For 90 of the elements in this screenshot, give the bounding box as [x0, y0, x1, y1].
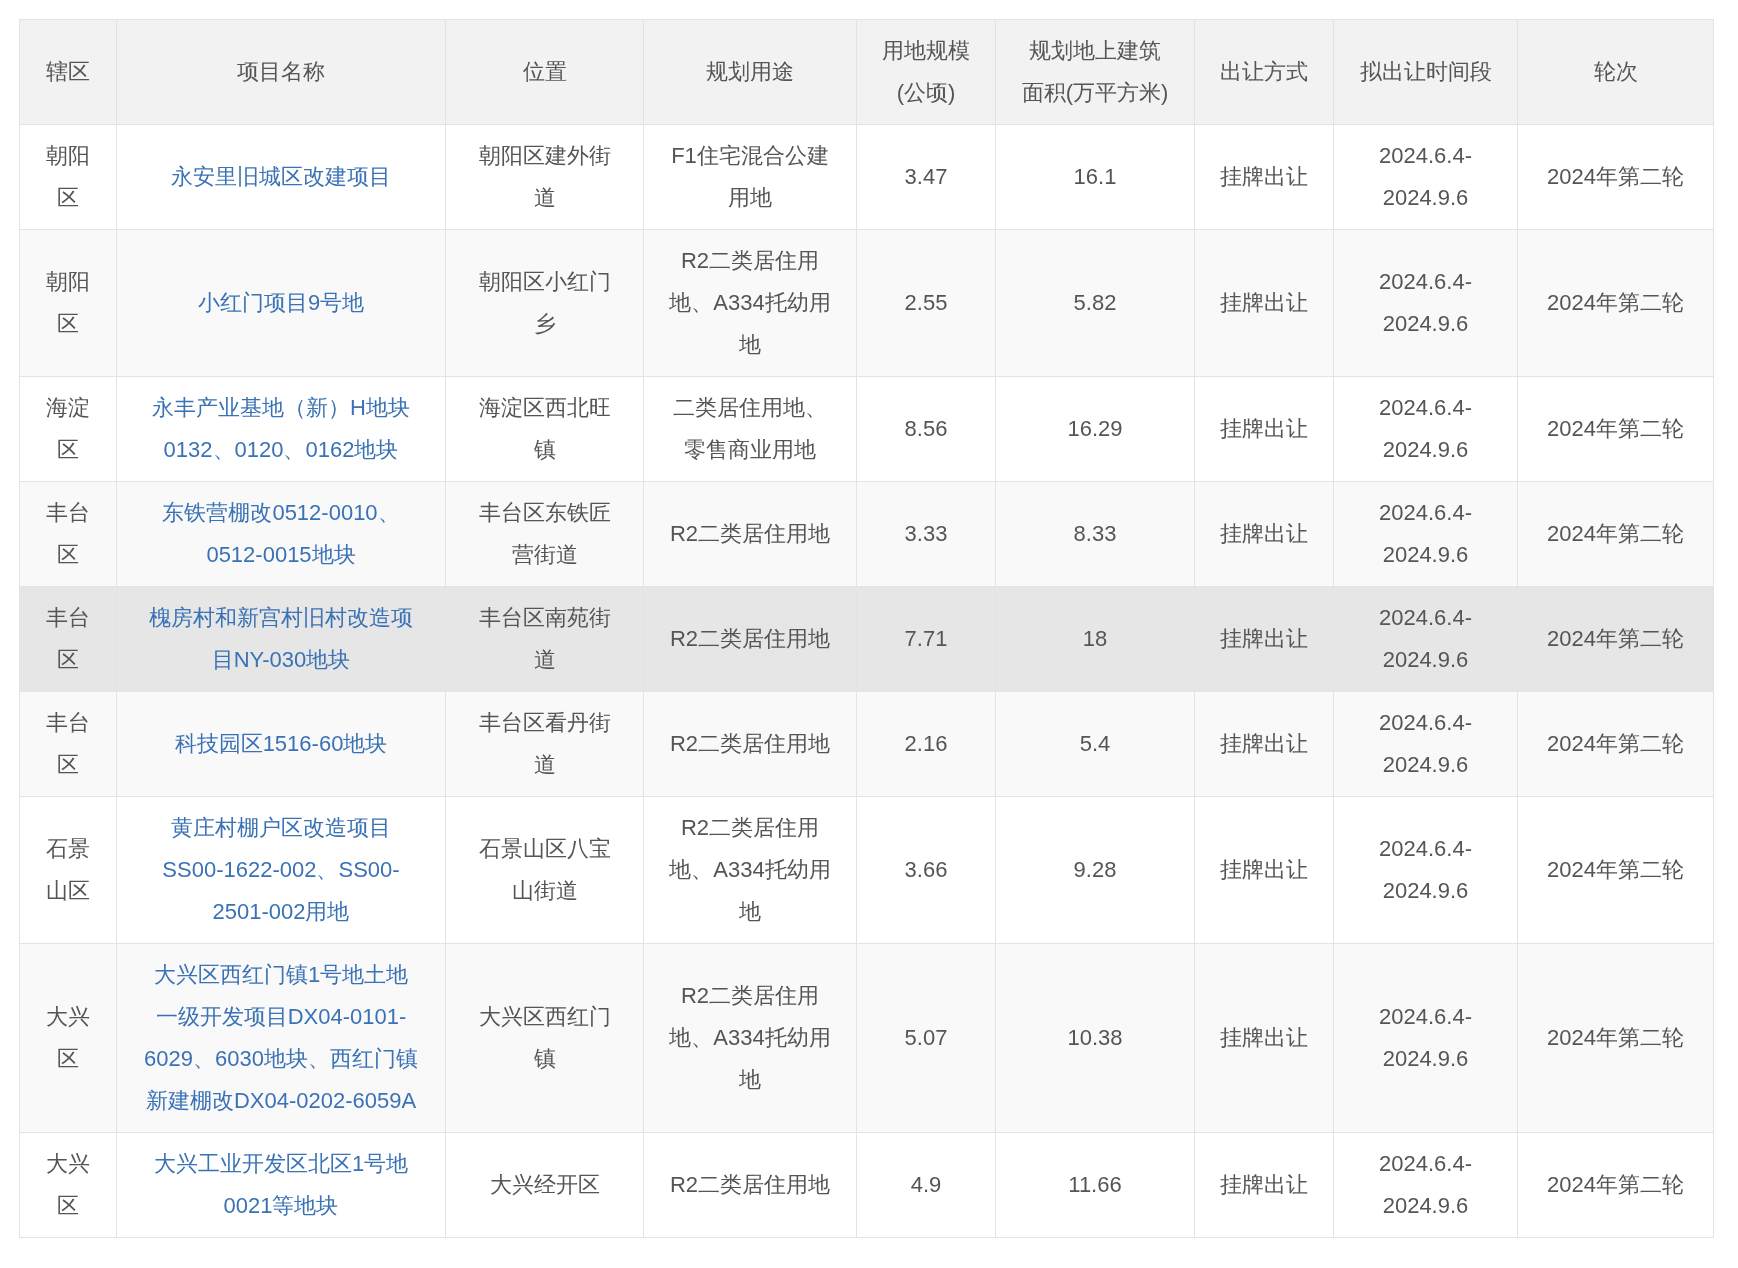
table-cell: R2二类居住用地: [643, 586, 857, 692]
table-cell: 石景山区: [19, 796, 117, 944]
project-link[interactable]: 东铁营棚改0512-0010、0512-0015地块: [143, 492, 419, 576]
table-cell: 2024.6.4-2024.9.6: [1333, 943, 1518, 1133]
table-cell: 挂牌出让: [1194, 796, 1334, 944]
table-cell: 大兴区: [19, 1132, 117, 1238]
table-cell: 朝阳区建外街道: [445, 124, 644, 230]
table-cell: 2024年第二轮: [1517, 124, 1714, 230]
table-cell: 3.66: [856, 796, 996, 944]
table-cell: R2二类居住用地: [643, 481, 857, 587]
table-cell: 大兴经开区: [445, 1132, 644, 1238]
table-cell: 2024.6.4-2024.9.6: [1333, 1132, 1518, 1238]
column-header: 拟出让时间段: [1333, 19, 1518, 125]
table-cell: 2024.6.4-2024.9.6: [1333, 691, 1518, 797]
table-cell: 2024.6.4-2024.9.6: [1333, 124, 1518, 230]
table-cell: 5.82: [995, 229, 1195, 377]
table-cell: 丰台区南苑街道: [445, 586, 644, 692]
table-cell: 2024.6.4-2024.9.6: [1333, 481, 1518, 587]
table-cell: 2024年第二轮: [1517, 376, 1714, 482]
table-cell: 8.56: [856, 376, 996, 482]
table-cell: R2二类居住用地: [643, 691, 857, 797]
table-cell: 丰台区东铁匠营街道: [445, 481, 644, 587]
table-cell: 丰台区看丹街道: [445, 691, 644, 797]
column-header: 轮次: [1517, 19, 1714, 125]
table-cell: 挂牌出让: [1194, 586, 1334, 692]
table-cell: 9.28: [995, 796, 1195, 944]
table-cell: 朝阳区: [19, 229, 117, 377]
table-cell: 2024年第二轮: [1517, 229, 1714, 377]
table-cell: 7.71: [856, 586, 996, 692]
table-cell: R2二类居住用地、A334托幼用地: [643, 229, 857, 377]
table-cell: 朝阳区: [19, 124, 117, 230]
table-cell: 挂牌出让: [1194, 1132, 1334, 1238]
project-link[interactable]: 科技园区1516-60地块: [143, 723, 419, 765]
table-cell: 大兴区西红门镇: [445, 943, 644, 1133]
table-cell: R2二类居住用地: [643, 1132, 857, 1238]
table-cell: 16.1: [995, 124, 1195, 230]
project-link[interactable]: 槐房村和新宫村旧村改造项目NY-030地块: [143, 597, 419, 681]
table-cell: 挂牌出让: [1194, 376, 1334, 482]
table-cell: 二类居住用地、零售商业用地: [643, 376, 857, 482]
table-cell: 11.66: [995, 1132, 1195, 1238]
project-link[interactable]: 黄庄村棚户区改造项目SS00-1622-002、SS00-2501-002用地: [143, 807, 419, 933]
project-link[interactable]: 大兴工业开发区北区1号地0021等地块: [143, 1143, 419, 1227]
table-cell: 2024年第二轮: [1517, 796, 1714, 944]
column-header: 项目名称: [116, 19, 446, 125]
table-cell: 挂牌出让: [1194, 124, 1334, 230]
table-cell: 3.33: [856, 481, 996, 587]
table-cell: 16.29: [995, 376, 1195, 482]
project-link[interactable]: 小红门项目9号地: [143, 282, 419, 324]
table-cell: 10.38: [995, 943, 1195, 1133]
table-cell: R2二类居住用地、A334托幼用地: [643, 943, 857, 1133]
project-link[interactable]: 永安里旧城区改建项目: [143, 156, 419, 198]
project-link[interactable]: 永丰产业基地（新）H地块0132、0120、0162地块: [143, 387, 419, 471]
column-header: 规划用途: [643, 19, 857, 125]
table-cell: 4.9: [856, 1132, 996, 1238]
table-cell: 2024年第二轮: [1517, 481, 1714, 587]
column-header: 规划地上建筑面积(万平方米): [995, 19, 1195, 125]
table-cell: 5.07: [856, 943, 996, 1133]
project-link[interactable]: 大兴区西红门镇1号地土地一级开发项目DX04-0101-6029、6030地块、西红门镇新建棚改DX04-0202-6059A: [143, 954, 419, 1122]
table-cell: 5.4: [995, 691, 1195, 797]
table-cell: 挂牌出让: [1194, 943, 1334, 1133]
table-cell: 2024年第二轮: [1517, 691, 1714, 797]
table-cell: 18: [995, 586, 1195, 692]
table-cell: 挂牌出让: [1194, 229, 1334, 377]
table-cell: 朝阳区小红门乡: [445, 229, 644, 377]
table-cell: 2024.6.4-2024.9.6: [1333, 586, 1518, 692]
table-cell: 2024年第二轮: [1517, 586, 1714, 692]
column-header: 出让方式: [1194, 19, 1334, 125]
table-cell: 2024年第二轮: [1517, 943, 1714, 1133]
table-cell: 8.33: [995, 481, 1195, 587]
table-cell: 2024.6.4-2024.9.6: [1333, 229, 1518, 377]
table-cell: 海淀区西北旺镇: [445, 376, 644, 482]
table-cell: 海淀区: [19, 376, 117, 482]
table-cell: 2024.6.4-2024.9.6: [1333, 796, 1518, 944]
table-cell: 大兴区: [19, 943, 117, 1133]
table-cell: 2.55: [856, 229, 996, 377]
table-cell: 2.16: [856, 691, 996, 797]
column-header: 辖区: [19, 19, 117, 125]
table-cell: 挂牌出让: [1194, 481, 1334, 587]
table-cell: 丰台区: [19, 691, 117, 797]
table-cell: 3.47: [856, 124, 996, 230]
table-cell: F1住宅混合公建用地: [643, 124, 857, 230]
table-cell: 丰台区: [19, 481, 117, 587]
table-cell: 2024年第二轮: [1517, 1132, 1714, 1238]
table-cell: 挂牌出让: [1194, 691, 1334, 797]
table-cell: 2024.6.4-2024.9.6: [1333, 376, 1518, 482]
table-cell: 石景山区八宝山街道: [445, 796, 644, 944]
table-cell: R2二类居住用地、A334托幼用地: [643, 796, 857, 944]
column-header: 用地规模(公顷): [856, 19, 996, 125]
column-header: 位置: [445, 19, 644, 125]
table-cell: 丰台区: [19, 586, 117, 692]
